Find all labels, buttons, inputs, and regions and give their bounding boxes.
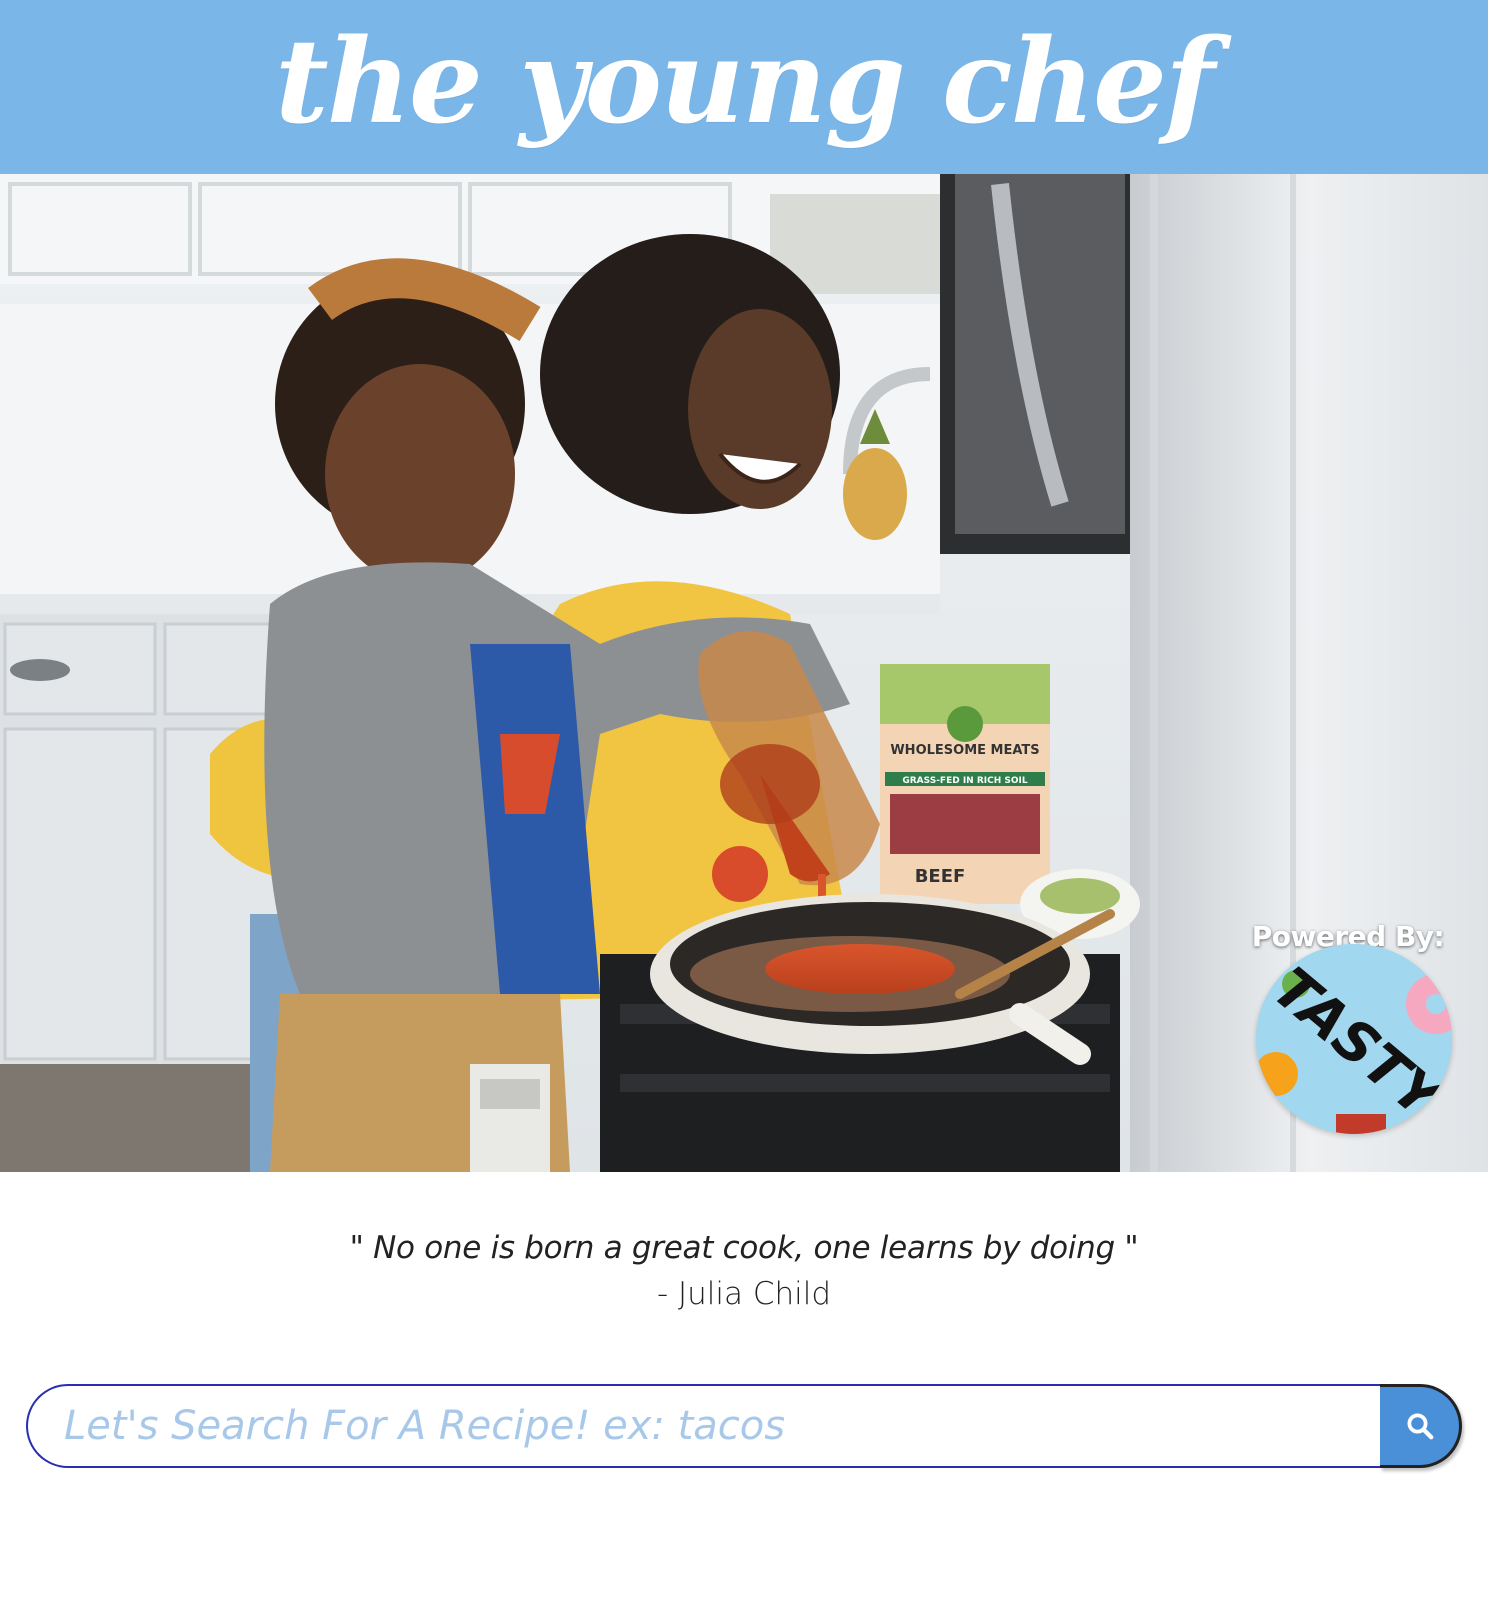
search-input[interactable]: [26, 1384, 1382, 1468]
site-header: the young chef: [0, 0, 1488, 174]
packet-brand: WHOLESOME MEATS: [890, 743, 1039, 758]
quote-author: - Julia Child: [656, 1276, 832, 1312]
search-form: [26, 1384, 1462, 1468]
search-icon: [1407, 1413, 1433, 1440]
quote-section: " No one is born a great cook, one learn…: [0, 1225, 1488, 1317]
site-title: the young chef: [275, 14, 1215, 150]
packet-tagline: GRASS-FED IN RICH SOIL: [902, 776, 1028, 786]
tasty-logo-image: TASTY: [1256, 944, 1452, 1134]
search-button[interactable]: [1380, 1384, 1462, 1468]
tasty-logo[interactable]: TASTY: [1256, 944, 1452, 1134]
quote-text: " No one is born a great cook, one learn…: [349, 1230, 1139, 1266]
packet-product: BEEF: [915, 866, 966, 887]
